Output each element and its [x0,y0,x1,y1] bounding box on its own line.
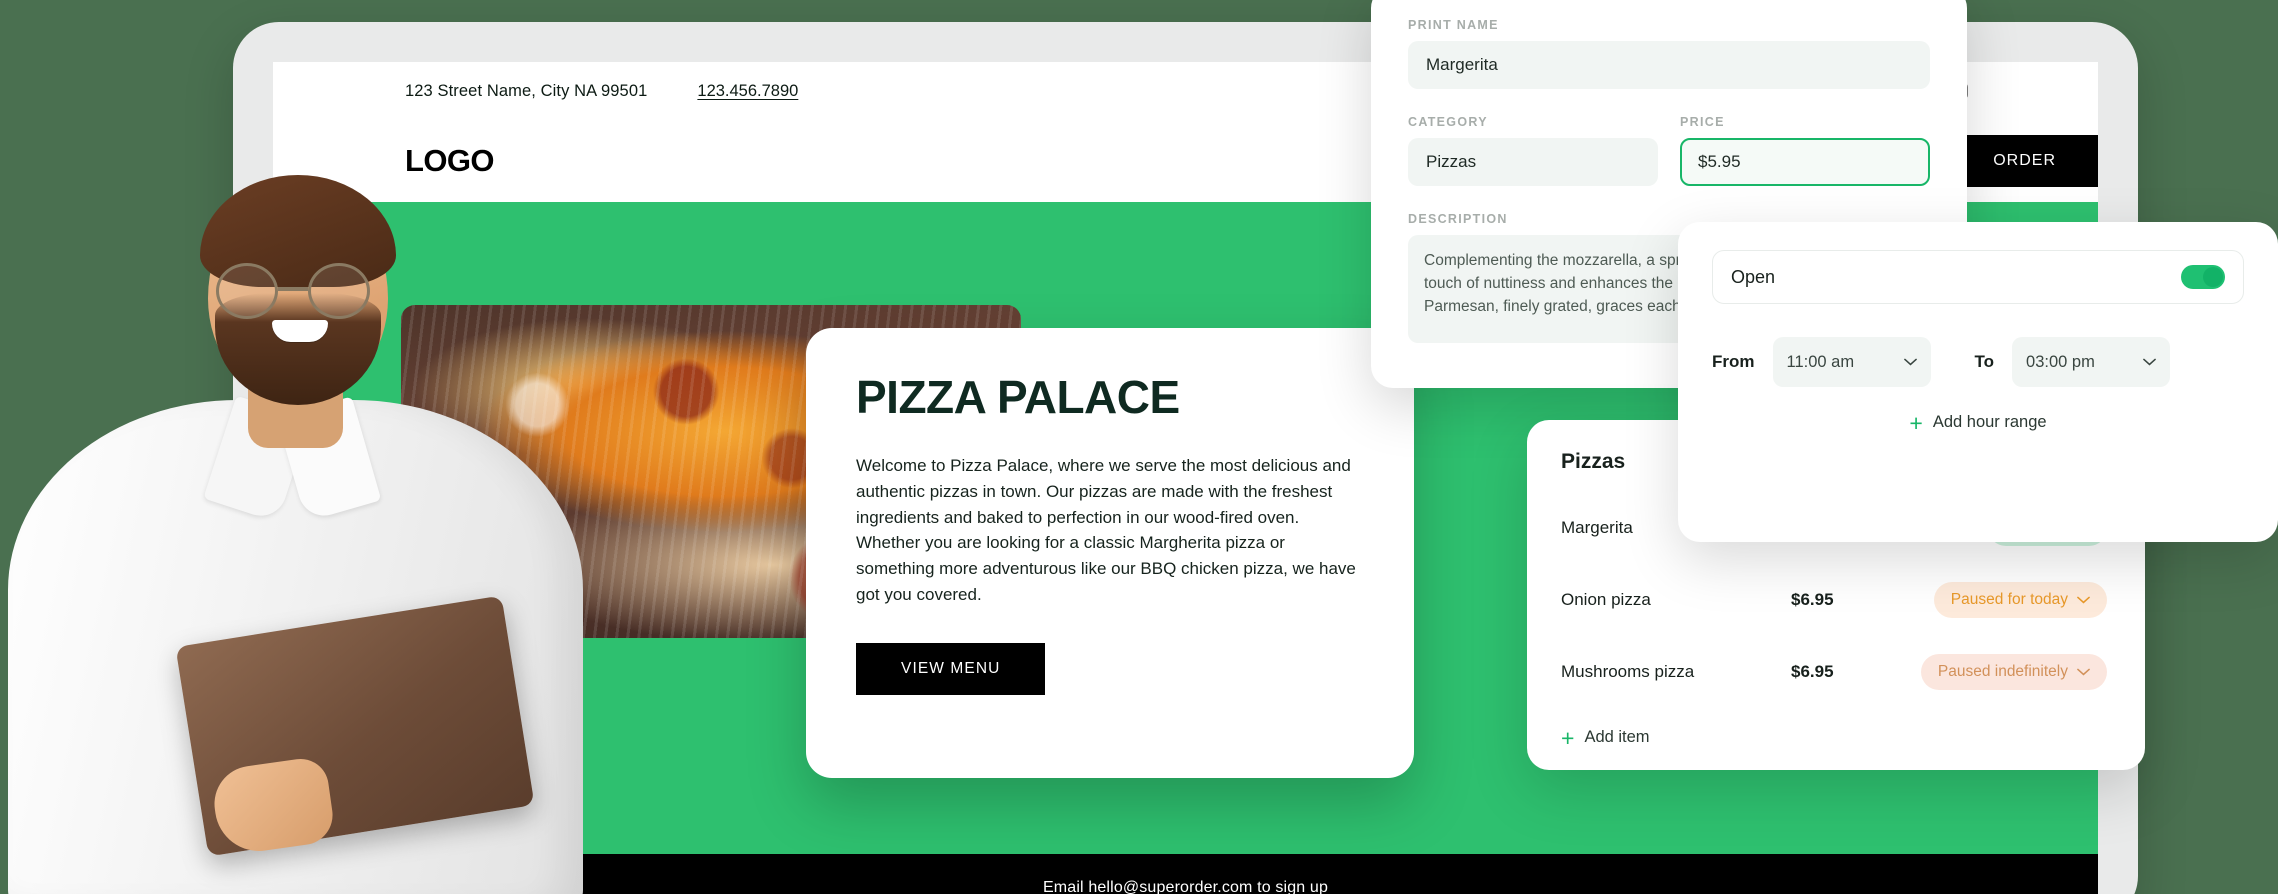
print-name-label: PRINT NAME [1408,18,1499,32]
order-button[interactable]: ORDER [1951,135,2098,187]
to-time-value: 03:00 pm [2026,352,2095,371]
phone-link[interactable]: 123.456.7890 [697,82,798,101]
pizza-palace-card: PIZZA PALACE Welcome to Pizza Palace, wh… [806,328,1414,778]
print-name-field-group: PRINT NAME Margerita [1408,18,1930,89]
page-title: PIZZA PALACE [856,371,1180,423]
from-time-select[interactable]: 11:00 am [1772,337,1931,387]
site-footer: Email hello@superorder.com to sign up [273,854,2098,894]
hero-description: Welcome to Pizza Palace, where we serve … [856,456,1356,605]
item-name: Mushrooms pizza [1561,662,1695,681]
to-label: To [1974,352,1995,371]
chevron-down-icon [2077,596,2090,604]
status-badge-label: Paused indefinitely [1937,663,2068,680]
to-time-select[interactable]: 03:00 pm [2012,337,2171,387]
site-logo[interactable]: LOGO [405,143,494,179]
from-time-value: 11:00 am [1786,352,1855,371]
price-field-group: PRICE $5.95 [1680,115,1930,186]
topbar-contact-group: 123 Street Name, City NA 99501 123.456.7… [405,82,798,101]
category-label: CATEGORY [1408,115,1488,129]
price-input[interactable]: $5.95 [1680,138,1930,186]
chevron-down-icon [2077,668,2090,676]
print-name-input[interactable]: Margerita [1408,41,1930,89]
table-row[interactable]: Mushrooms pizza $6.95 Paused indefinitel… [1561,654,2107,690]
category-field-group: CATEGORY Pizzas [1408,115,1658,186]
add-item-label: Add item [1584,728,1650,746]
opening-hours-panel: Open From 11:00 am To 03:00 pm + Add hou… [1678,222,2278,542]
add-hour-range-label: Add hour range [1932,413,2047,431]
hour-range-row: From 11:00 am To 03:00 pm [1712,337,2244,387]
price-label: PRICE [1680,115,1725,129]
status-badge[interactable]: Paused for today [1933,582,2107,618]
add-item-button[interactable]: + Add item [1561,726,2107,749]
footer-signup-text: Email hello@superorder.com to sign up [1042,879,1329,894]
open-toggle-row[interactable]: Open [1712,250,2244,304]
status-badge-label: Paused for today [1950,591,2068,608]
item-name: Onion pizza [1561,590,1651,609]
address-text: 123 Street Name, City NA 99501 [405,81,648,100]
category-price-row: CATEGORY Pizzas PRICE $5.95 [1408,115,1930,186]
item-price: $6.95 [1791,590,1834,609]
add-hour-range-button[interactable]: + Add hour range [1712,411,2244,434]
open-label: Open [1731,266,1776,287]
open-toggle-switch[interactable] [2181,265,2225,289]
view-menu-button[interactable]: VIEW MENU [856,642,1046,695]
chevron-down-icon [1903,358,1917,366]
item-price: $6.95 [1791,662,1834,681]
from-label: From [1712,352,1755,371]
category-input[interactable]: Pizzas [1408,138,1658,186]
table-row[interactable]: Onion pizza $6.95 Paused for today [1561,582,2107,618]
status-badge[interactable]: Paused indefinitely [1920,654,2107,690]
chevron-down-icon [2143,358,2156,366]
